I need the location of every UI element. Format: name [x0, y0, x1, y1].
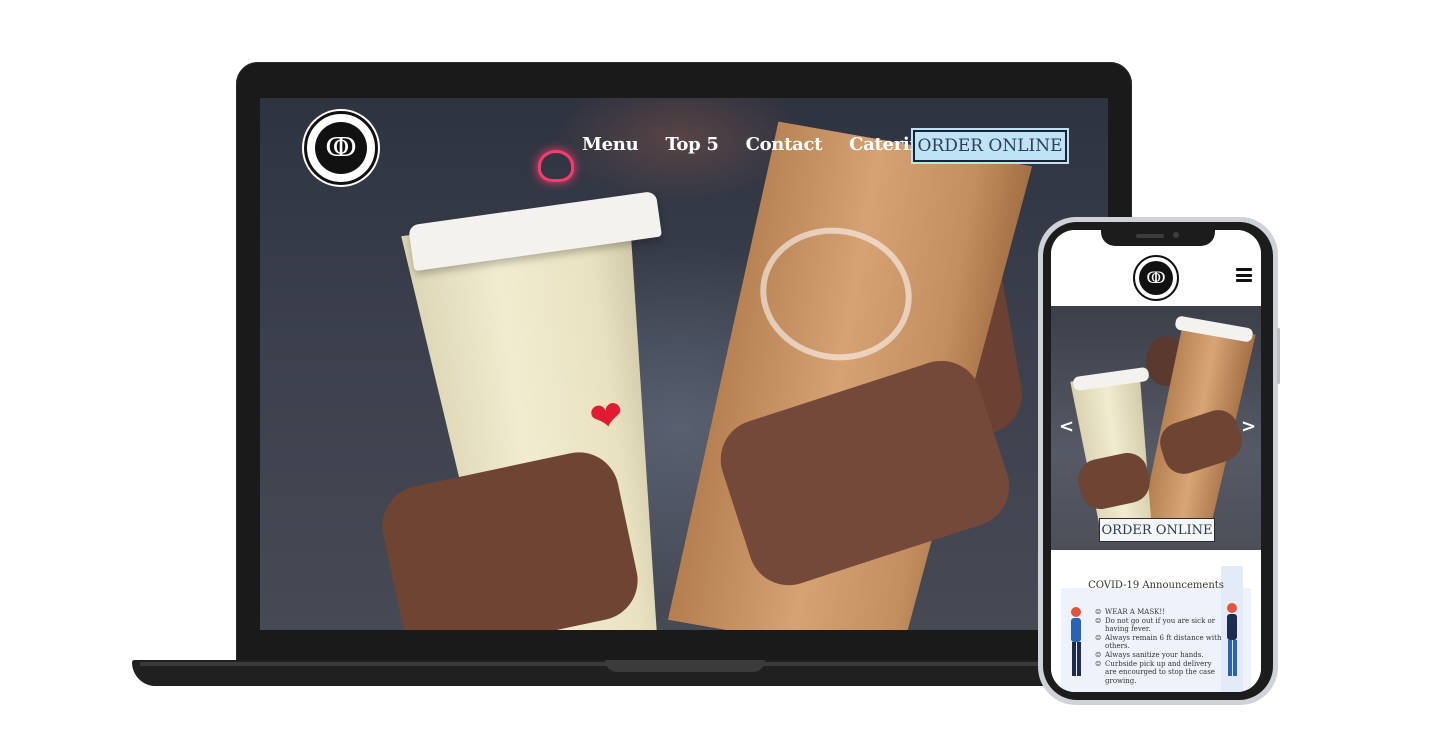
covid-title: COVID-19 Announcements — [1088, 580, 1224, 591]
list-item: WEAR A MASK!! — [1095, 608, 1225, 617]
nav-links: Menu Top 5 Contact Catering — [582, 134, 935, 155]
list-item: Curbside pick up and delivery are encour… — [1095, 660, 1225, 686]
chevron-left-icon[interactable]: < — [1059, 416, 1074, 437]
nav-link-top-5[interactable]: Top 5 — [665, 134, 719, 155]
phone-speaker — [1136, 234, 1164, 238]
nav-link-menu[interactable]: Menu — [582, 134, 639, 155]
nav-link-contact[interactable]: Contact — [746, 134, 823, 155]
phone-camera — [1173, 232, 1179, 238]
mobile-brand-logo[interactable]: ↂ — [1133, 255, 1179, 301]
covid-announcements-section: COVID-19 Announcements WEAR A MASK!! Do … — [1051, 550, 1261, 692]
list-item: Do not go out if you are sick or having … — [1095, 617, 1225, 634]
desktop-navbar: ↂ Menu Top 5 Contact Catering ORDER ONLI… — [260, 98, 1108, 198]
heart-hands-logo-icon: ↂ — [315, 122, 367, 174]
list-item: Always remain 6 ft distance with others. — [1095, 634, 1225, 651]
brand-logo[interactable]: ↂ — [304, 111, 378, 185]
covid-list: WEAR A MASK!! Do not go out if you are s… — [1095, 608, 1225, 685]
mobile-hero-carousel: < > ORDER ONLINE — [1051, 306, 1261, 550]
mobile-order-online-button[interactable]: ORDER ONLINE — [1099, 518, 1215, 542]
laptop-trackpad-notch — [605, 660, 765, 672]
heart-hands-logo-icon: ↂ — [1139, 261, 1173, 295]
list-item: Always sanitize your hands. — [1095, 651, 1225, 660]
chevron-right-icon[interactable]: > — [1241, 416, 1256, 437]
person-illustration-left — [1071, 607, 1081, 676]
hamburger-menu-icon[interactable] — [1236, 268, 1252, 282]
desktop-website-screen: ❤ ↂ Menu Top 5 Contact Catering ORDER ON… — [260, 98, 1108, 630]
mobile-website-screen: ↂ < > ORDER ONLINE COVID-19 Announcement… — [1051, 230, 1261, 692]
order-online-button[interactable]: ORDER ONLINE — [913, 130, 1067, 162]
phone-side-button — [1277, 328, 1280, 384]
